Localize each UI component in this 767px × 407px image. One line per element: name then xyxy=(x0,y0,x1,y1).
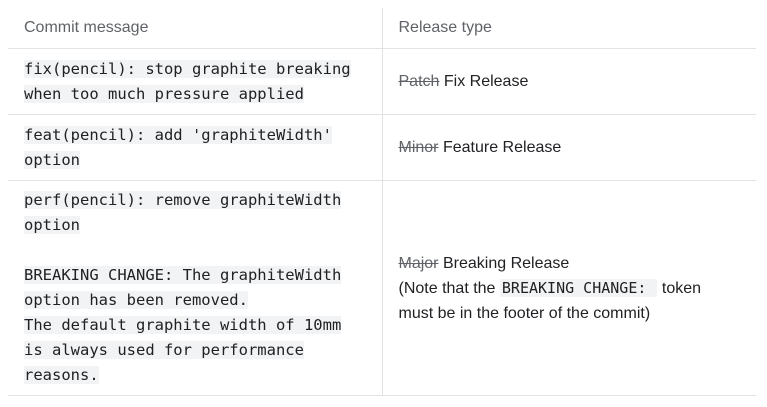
header-release-type: Release type xyxy=(381,8,756,49)
commit-line: option has been removed. xyxy=(24,291,248,309)
commit-line: is always used for performance xyxy=(24,341,304,359)
commit-message-cell: feat(pencil): add 'graphiteWidth' option xyxy=(8,114,382,181)
commit-line: The default graphite width of 10mm xyxy=(24,316,342,334)
commit-line: feat(pencil): add 'graphiteWidth' xyxy=(24,125,332,144)
note-code: BREAKING CHANGE: xyxy=(499,278,658,297)
release-label: Fix Release xyxy=(443,72,529,90)
release-label: Breaking Release xyxy=(442,254,570,272)
commit-line: fix(pencil): stop graphite breaking xyxy=(24,59,351,78)
commit-message-cell: fix(pencil): stop graphite breaking when… xyxy=(8,48,382,115)
release-type-cell: Major Breaking Release (Note that the BR… xyxy=(381,180,757,396)
strikethrough-label: Patch xyxy=(398,72,440,90)
release-table: Commit message Release type fix(pencil):… xyxy=(8,8,756,396)
header-commit-message: Commit message xyxy=(8,8,382,49)
commit-line: option xyxy=(24,216,80,234)
commit-line: BREAKING CHANGE: The graphiteWidth xyxy=(24,266,342,284)
commit-line: perf(pencil): remove graphiteWidth xyxy=(24,191,342,209)
table-header-row: Commit message Release type xyxy=(8,8,756,49)
release-label: Feature Release xyxy=(442,138,562,156)
strikethrough-label: Major xyxy=(398,254,439,272)
commit-line: when too much pressure applied xyxy=(24,84,304,103)
commit-message-cell: perf(pencil): remove graphiteWidth optio… xyxy=(8,180,382,396)
table-row: fix(pencil): stop graphite breaking when… xyxy=(8,48,756,115)
release-type-cell: Minor Feature Release xyxy=(381,114,756,181)
release-type-cell: Patch Fix Release xyxy=(381,48,756,115)
strikethrough-label: Minor xyxy=(398,138,439,156)
note-suffix: token xyxy=(661,279,702,297)
commit-line: reasons. xyxy=(24,366,99,384)
footer-note: (Note that the BREAKING CHANGE: token xyxy=(399,276,757,301)
commit-line: option xyxy=(24,150,80,169)
note-line2: must be in the footer of the commit) xyxy=(398,304,651,322)
table-row: feat(pencil): add 'graphiteWidth' option… xyxy=(8,114,756,181)
table-row: perf(pencil): remove graphiteWidth optio… xyxy=(8,180,757,396)
note-prefix: (Note that the xyxy=(398,279,496,297)
